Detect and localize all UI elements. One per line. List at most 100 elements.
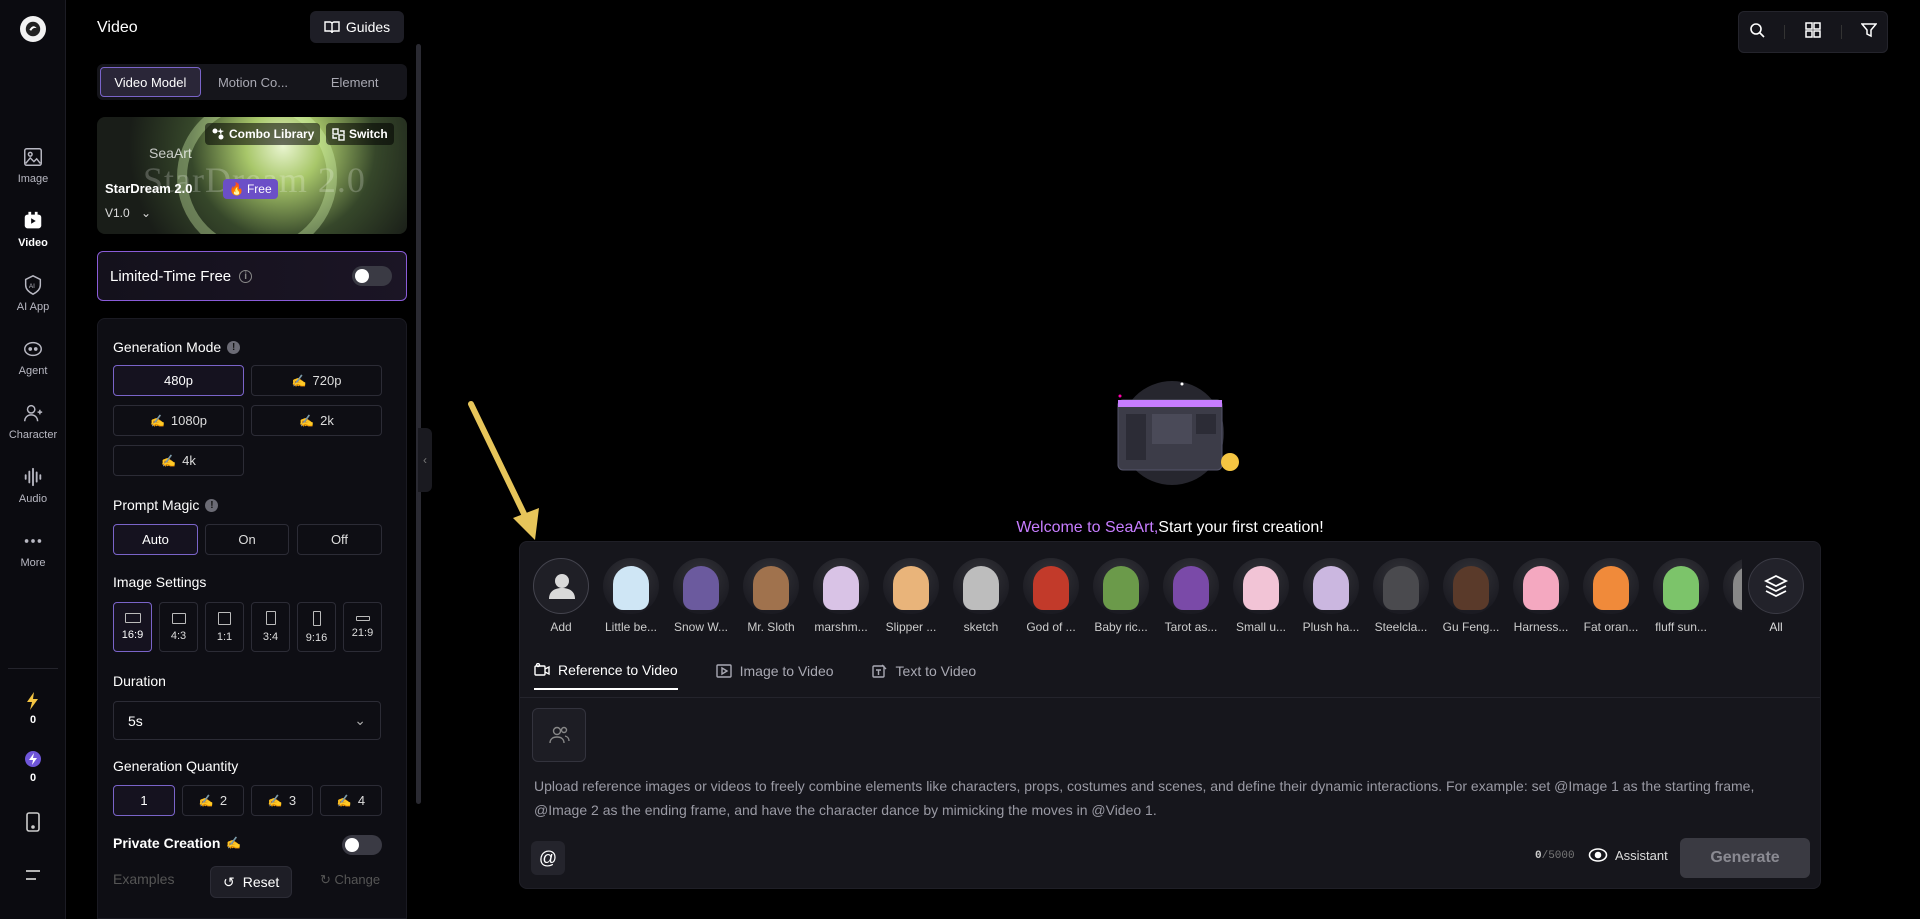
character-item[interactable]: Fat oran... [1582, 558, 1640, 634]
menu-toggle-button[interactable] [0, 868, 66, 882]
upload-reference-button[interactable] [532, 708, 586, 762]
pro-icon: ✍ [299, 413, 315, 428]
limited-time-free-toggle[interactable] [352, 266, 392, 286]
character-item[interactable]: fluff sun... [1652, 558, 1710, 634]
mention-button[interactable]: @ [531, 841, 565, 875]
switch-model-button[interactable]: Switch [326, 123, 394, 145]
character-figure [823, 566, 859, 610]
tab-image-to-video[interactable]: Image to Video [715, 662, 834, 690]
reset-icon: ↺ [223, 873, 235, 890]
character-item[interactable]: Little be... [602, 558, 660, 634]
pointer-arrow-icon [468, 401, 539, 540]
tab-reference-to-video[interactable]: Reference to Video [534, 662, 678, 690]
option-4k[interactable]: ✍ 4k [113, 445, 244, 476]
search-button[interactable] [1749, 22, 1765, 43]
private-creation-toggle[interactable] [342, 835, 382, 855]
ratio-shape-icon [218, 611, 231, 625]
duration-select[interactable]: 5s ⌄ [113, 701, 381, 740]
info-icon[interactable]: ! [227, 340, 241, 354]
mobile-app-button[interactable] [0, 812, 66, 832]
option-1080p[interactable]: ✍ 1080p [113, 405, 244, 436]
character-avatar [1023, 558, 1079, 614]
character-item[interactable]: Baby ric... [1092, 558, 1150, 634]
rail-item-video[interactable]: Video [0, 210, 66, 249]
all-characters-button[interactable]: All [1746, 558, 1806, 634]
character-item[interactable]: Small u... [1232, 558, 1290, 634]
collapse-panel-button[interactable]: ‹ [418, 428, 432, 492]
quantity-2[interactable]: ✍ 2 [182, 785, 244, 816]
prompt-input[interactable]: Upload reference images or videos to fre… [534, 774, 1810, 822]
rail-item-audio[interactable]: Audio [0, 466, 66, 505]
filter-button[interactable] [1860, 22, 1878, 43]
rail-item-character[interactable]: Character [0, 402, 66, 441]
rail-item-agent[interactable]: Agent [0, 338, 66, 377]
character-item[interactable]: Slipper ... [882, 558, 940, 634]
option-2k[interactable]: ✍ 2k [251, 405, 382, 436]
prompt-magic-on[interactable]: On [205, 524, 289, 555]
combo-library-button[interactable]: Combo Library [205, 123, 321, 145]
prompt-magic-auto[interactable]: Auto [113, 524, 198, 555]
add-character-button[interactable]: Add [532, 558, 590, 634]
character-avatar [813, 558, 869, 614]
ratio-9-16[interactable]: 9:16 [297, 602, 336, 652]
option-720p[interactable]: ✍ 720p [251, 365, 382, 396]
seaart-logo-icon[interactable] [20, 16, 46, 42]
assistant-button[interactable]: Assistant [1588, 847, 1668, 863]
guides-button[interactable]: Guides [310, 11, 404, 43]
pro-icon: ✍ [149, 413, 165, 428]
character-item[interactable]: marshm... [812, 558, 870, 634]
lightning-credit[interactable]: 0 [0, 692, 66, 726]
ratio-4-3[interactable]: 4:3 [159, 602, 198, 652]
tab-reference-label: Reference to Video [558, 662, 678, 678]
model-card[interactable]: SeaArt StarDream 2.0 Combo Library Switc… [97, 117, 407, 234]
option-480p[interactable]: 480p [113, 365, 244, 396]
quantity-4[interactable]: ✍ 4 [320, 785, 382, 816]
character-item[interactable]: Mr. Sloth [742, 558, 800, 634]
character-item[interactable]: Harness... [1512, 558, 1570, 634]
prompt-magic-off[interactable]: Off [297, 524, 382, 555]
tab-video-model[interactable]: Video Model [100, 67, 201, 97]
stardust-credit-value: 0 [29, 772, 37, 784]
character-item[interactable]: l... [1722, 558, 1742, 634]
tab-element[interactable]: Element [305, 67, 404, 97]
character-item[interactable]: Tarot as... [1162, 558, 1220, 634]
tab-motion-control[interactable]: Motion Co... [204, 67, 303, 97]
character-item[interactable]: Gu Feng... [1442, 558, 1500, 634]
info-icon[interactable]: i [239, 269, 253, 283]
character-figure [1173, 566, 1209, 610]
character-name: Gu Feng... [1442, 620, 1500, 634]
quantity-1[interactable]: 1 [113, 785, 175, 816]
character-item[interactable]: God of ... [1022, 558, 1080, 634]
welcome-message: Welcome to SeaArt,Start your first creat… [940, 519, 1400, 537]
rail-item-more[interactable]: More [0, 530, 66, 569]
model-version-select[interactable]: V1.0 ⌄ [105, 206, 151, 220]
ratio-3-4[interactable]: 3:4 [251, 602, 290, 652]
rail-label-more: More [20, 557, 46, 569]
image-video-icon [715, 664, 732, 678]
character-item[interactable]: Snow W... [672, 558, 730, 634]
tab-text-to-video[interactable]: Text to Video [871, 662, 976, 690]
grid-view-button[interactable] [1805, 21, 1821, 43]
character-item[interactable]: Steelcla... [1372, 558, 1430, 634]
quantity-3[interactable]: ✍ 3 [251, 785, 313, 816]
character-item[interactable]: Plush ha... [1302, 558, 1360, 634]
character-figure [683, 566, 719, 610]
panel-scrollbar[interactable] [416, 44, 421, 804]
info-icon[interactable]: ! [205, 498, 219, 512]
model-version: V1.0 [105, 206, 130, 220]
eye-icon [1588, 848, 1608, 862]
stardust-credit[interactable]: 0 [0, 750, 66, 784]
lightning-credit-value: 0 [29, 714, 37, 726]
character-item[interactable]: sketch [952, 558, 1010, 634]
rail-item-image[interactable]: Image [0, 146, 66, 185]
change-examples-button[interactable]: ↻ Change [320, 872, 380, 888]
reset-button[interactable]: ↺ Reset [210, 866, 293, 898]
ratio-21-9[interactable]: 21:9 [343, 602, 382, 652]
generate-button[interactable]: Generate [1680, 838, 1810, 878]
ratio-16-9[interactable]: 16:9 [113, 602, 152, 652]
book-icon [324, 21, 340, 34]
character-avatar [1583, 558, 1639, 614]
welcome-suffix: Start your first creation! [1158, 519, 1324, 536]
rail-item-ai-app[interactable]: AI AI App [0, 274, 66, 313]
ratio-1-1[interactable]: 1:1 [205, 602, 244, 652]
